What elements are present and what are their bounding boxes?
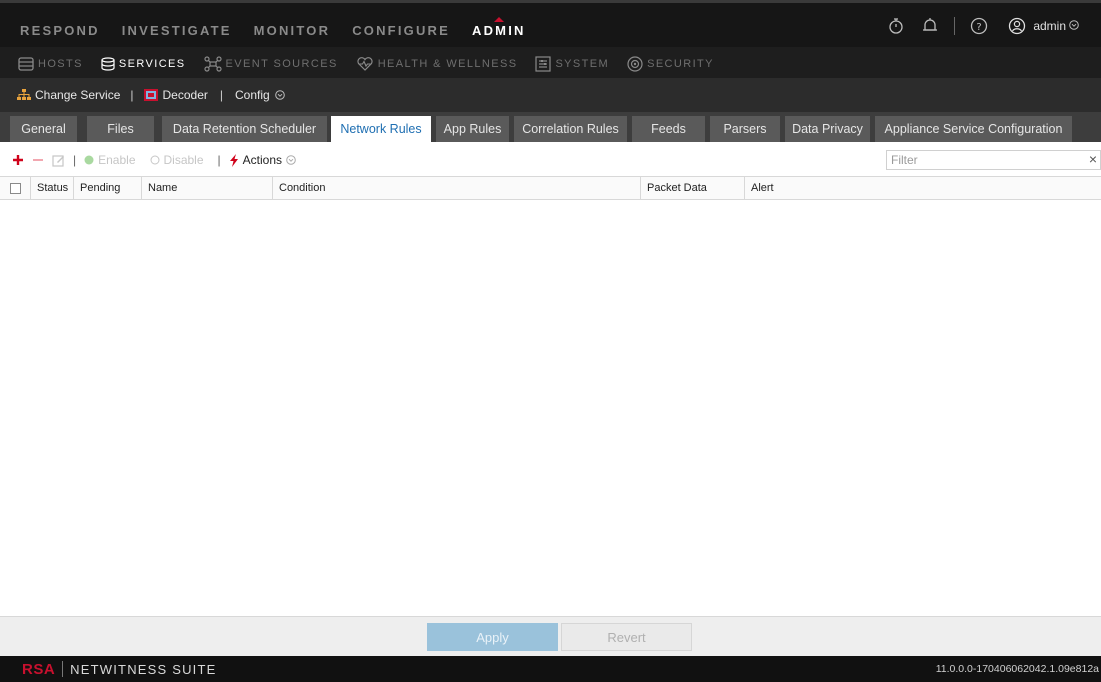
tab-network-rules[interactable]: Network Rules [331,116,432,142]
chevron-down-icon [286,155,296,165]
filter-input[interactable] [887,151,1077,169]
disable-button[interactable]: Disable [150,153,204,167]
user-icon[interactable] [1007,16,1027,36]
disable-circle-icon [150,155,159,165]
toolbar-divider: | [73,153,77,167]
select-all-cell [0,177,31,199]
footer-divider [62,661,64,677]
product-name: NETWITNESS SUITE [70,661,217,677]
nav-configure[interactable]: CONFIGURE [352,23,450,38]
security-icon [627,56,643,72]
bell-icon[interactable] [920,16,940,36]
toolbar-divider: | [130,88,134,102]
enable-dot-icon [84,155,94,165]
minus-icon [33,159,43,161]
top-right-controls: ? admin [872,16,1079,36]
admin-sub-nav: HOSTS SERVICES EVENT SOURCES HEALTH & WE… [0,47,1101,81]
config-label: Config [235,88,270,102]
tab-files[interactable]: Files [87,116,155,142]
services-icon [101,57,115,71]
subnav-hosts[interactable]: HOSTS [18,47,83,81]
health-icon [357,57,373,71]
column-pending[interactable]: Pending [74,177,142,199]
decoder-icon [143,89,158,101]
system-icon [535,56,552,72]
user-menu-label[interactable]: admin [1033,19,1066,33]
clear-filter-icon[interactable]: × [1089,151,1097,167]
actions-menu[interactable]: Actions [229,153,296,167]
tab-data-retention-scheduler[interactable]: Data Retention Scheduler [162,116,328,142]
add-rule-button[interactable] [12,154,24,166]
actions-label: Actions [242,153,283,167]
rules-table-header: Status Pending Name Condition Packet Dat… [0,176,1101,200]
subnav-security[interactable]: SECURITY [627,47,714,81]
nav-respond[interactable]: RESPOND [20,23,100,38]
column-alert[interactable]: Alert [745,177,1101,199]
column-condition[interactable]: Condition [273,177,641,199]
subnav-services[interactable]: SERVICES [96,47,190,81]
change-service-label: Change Service [35,88,121,102]
plus-icon [13,155,23,165]
service-toolbar: Change Service | Decoder | Config [0,78,1101,112]
subnav-system[interactable]: SYSTEM [535,47,609,81]
tab-data-privacy[interactable]: Data Privacy [785,116,871,142]
revert-button[interactable]: Revert [561,623,692,651]
decoder-label: Decoder [162,88,208,102]
tab-feeds[interactable]: Feeds [632,116,706,142]
delete-rule-button[interactable] [32,154,44,166]
nav-investigate[interactable]: INVESTIGATE [122,23,232,38]
tab-app-rules[interactable]: App Rules [436,116,510,142]
tab-correlation-rules[interactable]: Correlation Rules [514,116,628,142]
toolbar-divider: | [219,88,223,102]
decoder-service[interactable]: Decoder [143,88,208,102]
enable-button[interactable]: Enable [84,153,136,167]
footer: RSA NETWITNESS SUITE 11.0.0.0-1704060620… [0,656,1101,682]
nav-monitor[interactable]: MONITOR [254,23,331,38]
subnav-event-sources[interactable]: EVENT SOURCES [203,47,338,81]
column-packet-data[interactable]: Packet Data [641,177,745,199]
subnav-hosts-label: HOSTS [38,58,83,70]
filter-field: × [886,150,1101,170]
enable-label: Enable [98,153,136,167]
main-nav: RESPOND INVESTIGATE MONITOR CONFIGURE AD… [20,17,548,38]
lightning-icon [229,153,238,167]
edit-icon [52,154,64,167]
subnav-health-wellness[interactable]: HEALTH & WELLNESS [356,47,518,81]
select-all-checkbox[interactable] [10,182,21,194]
column-name[interactable]: Name [142,177,273,199]
event-sources-icon [203,56,222,72]
help-icon[interactable]: ? [969,16,989,36]
svg-text:?: ? [977,22,982,33]
network-tree-icon [17,89,31,100]
toolbar-divider: | [217,153,221,167]
subnav-services-label: SERVICES [118,58,186,70]
chevron-down-icon[interactable] [1069,19,1079,33]
version-label: 11.0.0.0-170406062042.1.09e812a [935,663,1099,675]
subnav-security-label: SECURITY [647,58,714,70]
config-dropdown[interactable]: Config [235,88,285,102]
stopwatch-icon[interactable] [886,16,906,36]
hosts-icon [18,57,34,71]
top-navigation: RESPOND INVESTIGATE MONITOR CONFIGURE AD… [0,0,1101,81]
tab-general[interactable]: General [10,116,78,142]
config-tabs: General Files Data Retention Scheduler N… [0,112,1101,142]
subnav-system-label: SYSTEM [555,58,610,70]
tab-appliance-service-configuration[interactable]: Appliance Service Configuration [875,116,1073,142]
change-service-button[interactable]: Change Service [17,88,120,102]
rules-table-body [0,200,1101,616]
edit-rule-button[interactable] [52,154,65,167]
column-status[interactable]: Status [31,177,74,199]
tab-parsers[interactable]: Parsers [710,116,781,142]
subnav-event-sources-label: EVENT SOURCES [225,58,338,70]
rsa-logo: RSA [22,660,56,678]
chevron-down-icon [274,90,285,100]
subnav-health-label: HEALTH & WELLNESS [377,58,518,70]
nav-admin[interactable]: ADMIN [472,17,526,38]
apply-button[interactable]: Apply [427,623,558,651]
top-divider [954,17,956,35]
apply-bar: Apply Revert [0,616,1101,656]
disable-label: Disable [163,153,204,167]
